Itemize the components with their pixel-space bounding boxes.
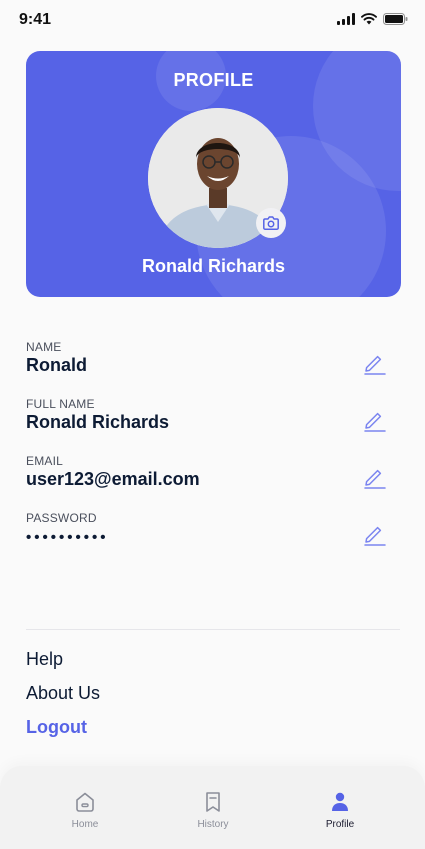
page-title: PROFILE: [173, 70, 254, 90]
camera-icon: [263, 216, 279, 230]
status-icons: [337, 13, 408, 25]
field-label: FULL NAME: [26, 397, 95, 411]
field-value: user123@email.com: [26, 469, 200, 489]
person-icon: [332, 792, 348, 811]
field-email: EMAIL user123@email.com: [26, 454, 386, 500]
password-value: ••••••••••: [26, 529, 109, 546]
pencil-icon: [364, 469, 386, 489]
pencil-icon: [364, 526, 386, 546]
nav-label: History: [197, 819, 229, 830]
nav-home[interactable]: Home: [45, 790, 125, 830]
profile-name: Ronald Richards: [141, 256, 286, 276]
field-label: NAME: [26, 340, 62, 354]
edit-name-button[interactable]: [362, 352, 388, 378]
field-label: EMAIL: [26, 454, 64, 468]
about-us-link[interactable]: About Us: [26, 683, 100, 704]
wifi-icon: [361, 13, 377, 25]
field-name: NAME Ronald: [26, 340, 386, 386]
field-password: PASSWORD ••••••••••: [26, 511, 386, 557]
change-photo-button[interactable]: [256, 208, 286, 238]
signal-icon: [337, 13, 355, 25]
edit-email-button[interactable]: [362, 466, 388, 492]
profile-card: PROFILE Ronald Richards: [26, 51, 401, 297]
divider: [26, 629, 400, 630]
home-icon: [76, 792, 94, 812]
help-link[interactable]: Help: [26, 649, 63, 670]
bottom-nav: Home History Profile: [0, 766, 425, 849]
edit-full-name-button[interactable]: [362, 409, 388, 435]
battery-icon: [383, 13, 408, 25]
field-full-name: FULL NAME Ronald Richards: [26, 397, 386, 443]
nav-history[interactable]: History: [173, 790, 253, 830]
bookmark-icon: [206, 792, 220, 812]
field-value: Ronald Richards: [26, 412, 170, 432]
edit-password-button[interactable]: [362, 523, 388, 549]
field-value: Ronald: [26, 355, 87, 375]
pencil-icon: [364, 412, 386, 432]
nav-profile[interactable]: Profile: [300, 790, 380, 830]
pencil-icon: [364, 355, 386, 375]
field-label: PASSWORD: [26, 511, 97, 525]
logout-link[interactable]: Logout: [26, 717, 87, 738]
nav-label: Home: [71, 819, 99, 830]
status-bar: 9:41: [0, 0, 425, 44]
status-time: 9:41: [19, 11, 52, 28]
nav-label: Profile: [325, 819, 355, 830]
